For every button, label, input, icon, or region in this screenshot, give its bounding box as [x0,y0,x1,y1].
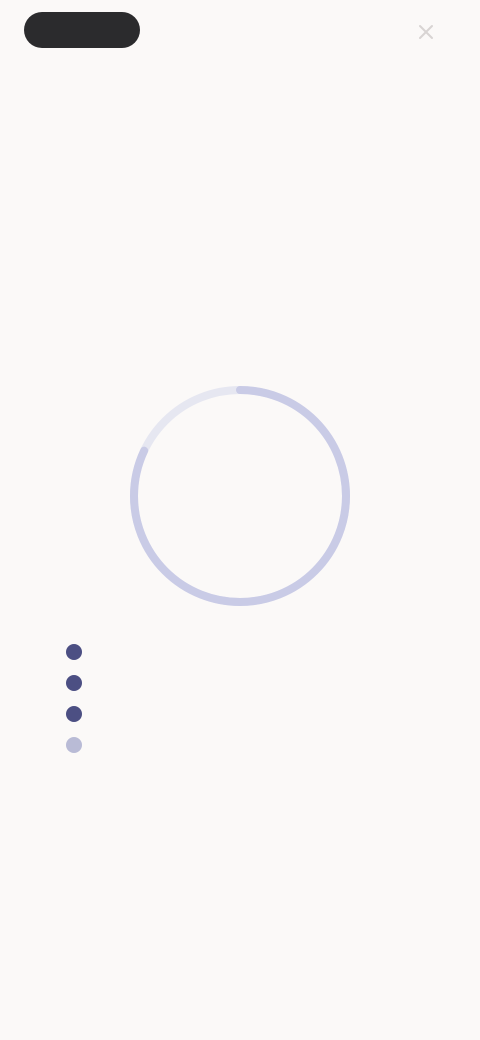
step-done-icon [66,643,82,660]
progress-ring [120,376,360,616]
step-item [66,667,326,698]
status-pill [24,12,140,48]
step-done-icon [66,705,82,722]
step-item [66,698,326,729]
step-item [66,729,326,760]
loading-steps-list [66,636,326,760]
step-pending-icon [66,736,82,753]
progress-center-text [120,376,360,616]
loading-subtitle [120,266,360,280]
loading-title [90,316,390,344]
step-done-icon [66,674,82,691]
step-item [66,636,326,667]
loading-screen [0,0,480,1040]
close-button[interactable] [404,14,448,50]
close-icon [419,25,433,39]
